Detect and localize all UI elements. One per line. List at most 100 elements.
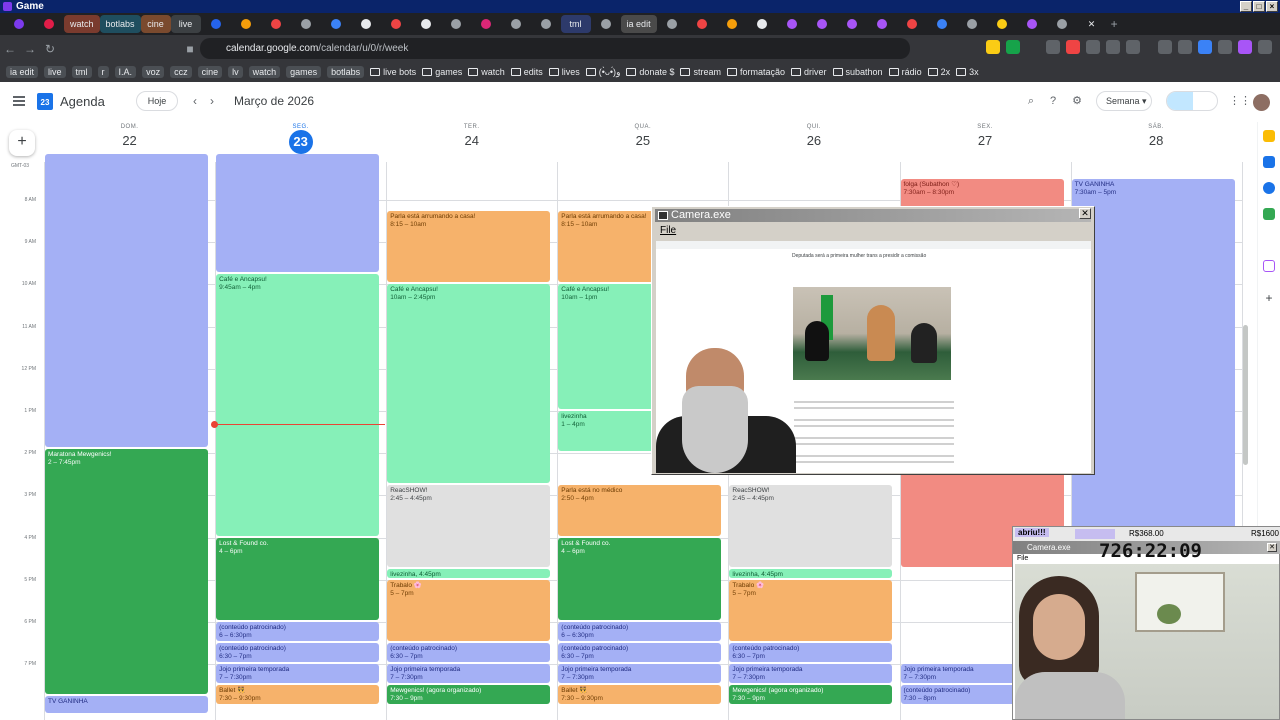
day-header[interactable]: SEX. 27 <box>900 124 1071 148</box>
tab[interactable]: botlabs <box>99 15 141 33</box>
tab[interactable]: watch <box>64 15 100 33</box>
tab[interactable] <box>201 15 231 33</box>
contacts-icon[interactable] <box>1263 182 1275 194</box>
chevron-right-icon[interactable]: › <box>210 94 214 108</box>
bookmark-item[interactable]: watch <box>248 66 281 78</box>
bookmark-item[interactable]: lives <box>548 67 580 77</box>
camera-window-close-button[interactable]: ✕ <box>1079 208 1091 219</box>
calendar-event[interactable]: ReacSHOW! 2:45 – 4:45pm <box>729 484 893 568</box>
forward-icon[interactable]: → <box>20 42 40 56</box>
calendar-event[interactable]: livezinha, 4:45pm <box>729 569 893 578</box>
tab[interactable] <box>471 15 501 33</box>
add-addon-icon[interactable]: + <box>1263 292 1275 304</box>
tab[interactable] <box>657 15 687 33</box>
bookmark-icon[interactable]: ■ <box>180 42 200 56</box>
bookmark-item[interactable]: games <box>422 67 462 77</box>
day-header[interactable]: TER. 24 <box>386 124 557 148</box>
tab[interactable] <box>837 15 867 33</box>
calendar-event[interactable]: TV GANINHA 7:30am – 5pm <box>1071 178 1235 557</box>
tab[interactable] <box>927 15 957 33</box>
day-number[interactable]: 22 <box>44 133 215 148</box>
tab[interactable] <box>1017 15 1047 33</box>
new-tab-icon[interactable]: + <box>1111 17 1118 31</box>
bookmark-item[interactable]: edits <box>510 67 543 77</box>
keep-icon[interactable] <box>1263 130 1275 142</box>
calendar-event[interactable]: Ballet 👯 7:30 – 9:30pm <box>216 685 380 705</box>
extension-icon[interactable] <box>1046 40 1060 54</box>
chevron-left-icon[interactable]: ‹ <box>193 94 197 108</box>
maximize-button[interactable]: □ <box>1253 1 1265 12</box>
bookmark-item[interactable]: tml <box>71 66 92 78</box>
main-menu-icon[interactable] <box>13 96 25 106</box>
tab[interactable] <box>897 15 927 33</box>
bookmark-item[interactable]: rádio <box>888 67 922 77</box>
day-number[interactable]: 23 <box>288 130 313 154</box>
bookmark-item[interactable]: lv <box>228 66 243 78</box>
tab[interactable] <box>261 15 291 33</box>
today-button[interactable]: Hoje <box>136 91 178 111</box>
tab[interactable] <box>291 15 321 33</box>
tab[interactable]: live <box>170 15 201 33</box>
create-button[interactable]: + <box>9 130 35 156</box>
tab[interactable] <box>747 15 777 33</box>
minimize-button[interactable]: _ <box>1240 1 1252 12</box>
calendar-event[interactable]: Mewgenics! (agora organizado) 7:30 – 9pm <box>387 685 551 705</box>
calendar-event[interactable]: Jojo primeira temporada 7 – 7:30pm <box>729 664 893 684</box>
tab[interactable] <box>777 15 807 33</box>
calendar-event[interactable]: Mewgenics! (agora organizado) 7:30 – 9pm <box>729 685 893 705</box>
extension-icon[interactable] <box>1218 40 1232 54</box>
extension-icon[interactable] <box>1178 40 1192 54</box>
bookmark-item[interactable]: subathon <box>832 67 883 77</box>
extension-icon[interactable] <box>1006 40 1020 54</box>
bookmark-item[interactable]: voz <box>142 66 165 78</box>
tab[interactable] <box>34 15 64 33</box>
calendar-event[interactable]: livezinha, 4:45pm <box>387 569 551 578</box>
extension-icon[interactable] <box>1106 40 1120 54</box>
bookmark-item[interactable]: I.A. <box>114 66 137 78</box>
menu-icon[interactable] <box>1258 40 1272 54</box>
addon-icon[interactable] <box>1263 260 1275 272</box>
tab[interactable] <box>381 15 411 33</box>
apps-grid-icon[interactable]: ⋮⋮ <box>1229 94 1251 108</box>
help-icon[interactable]: ? <box>1046 94 1060 108</box>
day-header[interactable]: DOM. 22 <box>44 124 215 148</box>
tab[interactable]: cine <box>140 15 171 33</box>
calendar-event[interactable]: (conteúdo patrocinado) 6 – 6:30pm <box>216 621 380 642</box>
bookmark-item[interactable]: ccz <box>170 66 192 78</box>
camera-window-titlebar[interactable]: Camera.exe <box>655 209 1091 222</box>
tab[interactable]: ia edit <box>620 15 657 33</box>
bookmark-item[interactable]: botlabs <box>327 66 365 78</box>
calendar-event[interactable] <box>216 153 380 272</box>
extension-icon[interactable] <box>1126 40 1140 54</box>
bookmark-item[interactable]: formatação <box>726 67 785 77</box>
tab[interactable] <box>441 15 471 33</box>
day-header[interactable]: SÁB. 28 <box>1071 124 1242 148</box>
calendar-event[interactable]: Café e Ancapsu! 9:45am – 4pm <box>216 273 380 536</box>
tab[interactable] <box>501 15 531 33</box>
calendar-event[interactable]: Ballet 👯 7:30 – 9:30pm <box>558 685 722 705</box>
view-select[interactable]: Semana ▾ <box>1096 91 1152 111</box>
bookmark-item[interactable]: live <box>44 66 66 78</box>
day-header[interactable]: SEG. 23 <box>215 124 386 154</box>
calendar-event[interactable]: (conteúdo patrocinado) 6:30 – 7pm <box>216 643 380 663</box>
day-header[interactable]: QUA. 25 <box>557 124 728 148</box>
extension-icon[interactable] <box>986 40 1000 54</box>
calendar-event[interactable]: TV GANINHA <box>45 695 209 713</box>
settings-gear-icon[interactable]: ⚙ <box>1070 94 1084 108</box>
bookmark-item[interactable]: watch <box>468 67 505 77</box>
bookmark-item[interactable]: donate $ <box>626 67 674 77</box>
bookmark-item[interactable]: 2x <box>927 67 950 77</box>
calendar-event[interactable]: Maratona Mewgenics! 2 – 7:45pm <box>45 448 209 694</box>
bookmark-item[interactable]: ia edit <box>6 66 39 78</box>
calendar-event[interactable]: Lost & Found co. 4 – 6pm <box>558 537 722 620</box>
tab[interactable] <box>321 15 351 33</box>
current-month[interactable]: Março de 2026 <box>234 94 314 108</box>
day-number[interactable]: 26 <box>728 133 899 148</box>
day-number[interactable]: 25 <box>557 133 728 148</box>
bookmark-item[interactable]: (•̀ᴗ•́)و <box>585 67 620 78</box>
bookmark-item[interactable]: r <box>97 66 109 78</box>
close-button[interactable]: × <box>1266 1 1278 12</box>
tab[interactable] <box>867 15 897 33</box>
calendar-event[interactable]: Trabalo 🌸 5 – 7pm <box>729 579 893 642</box>
bookmark-item[interactable]: cine <box>197 66 223 78</box>
